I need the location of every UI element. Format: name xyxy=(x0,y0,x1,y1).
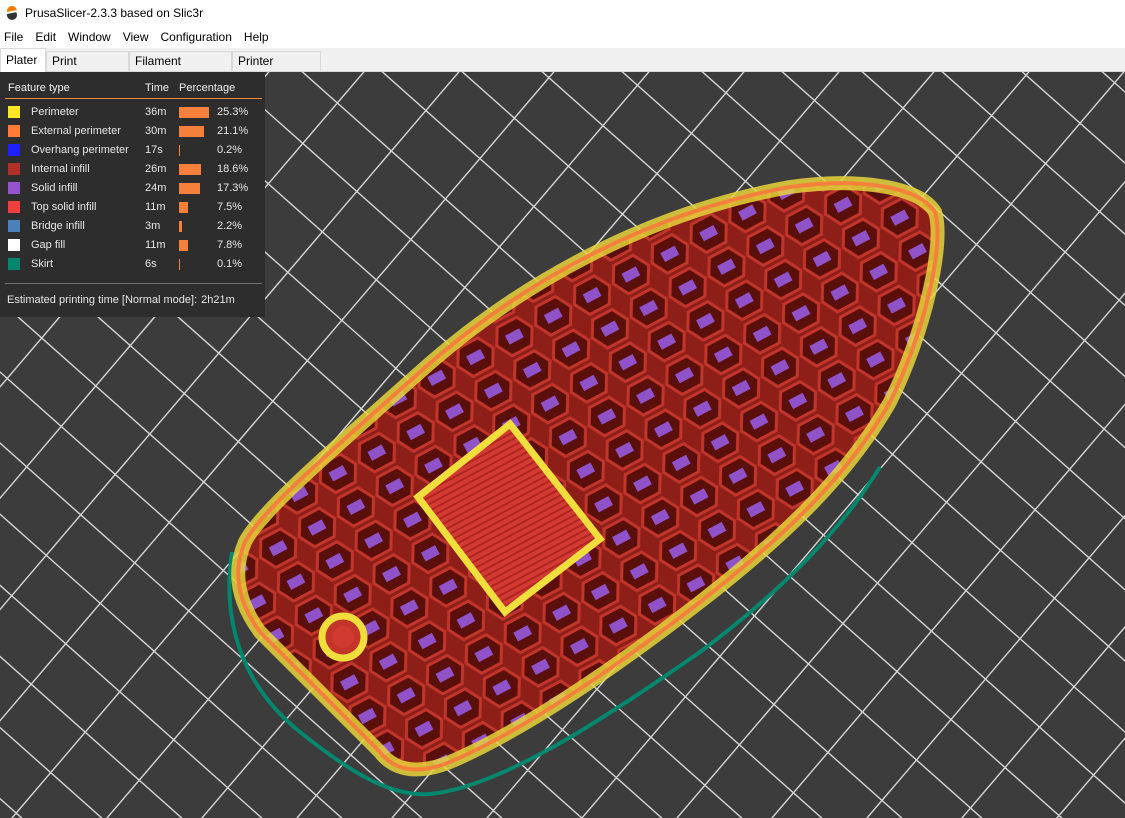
legend-feature-name: Gap fill xyxy=(31,239,66,251)
title-bar: PrusaSlicer-2.3.3 based on Slic3r xyxy=(0,0,1125,26)
menu-bar: File Edit Window View Configuration Help xyxy=(0,26,1125,48)
legend-row: Top solid infill 11m 7.5% xyxy=(0,198,265,217)
legend-feature-percentage: 0.1% xyxy=(217,258,243,270)
menu-window[interactable]: Window xyxy=(63,30,118,44)
legend-row: Skirt 6s 0.1% xyxy=(0,255,265,274)
window-title: PrusaSlicer-2.3.3 based on Slic3r xyxy=(25,6,204,20)
legend-footer-divider xyxy=(5,283,262,284)
legend-color-swatch xyxy=(8,125,20,137)
estimated-time: Estimated printing time [Normal mode]: 2h… xyxy=(7,294,235,306)
legend-row: Perimeter 36m 25.3% xyxy=(0,103,265,122)
legend-feature-name: Solid infill xyxy=(31,182,78,194)
legend-percentage-bar xyxy=(179,221,182,232)
legend-row: External perimeter 30m 21.1% xyxy=(0,122,265,141)
legend-percentage-bar xyxy=(179,145,180,156)
legend-row: Internal infill 26m 18.6% xyxy=(0,160,265,179)
legend-feature-percentage: 7.8% xyxy=(217,239,243,251)
legend-color-swatch xyxy=(8,163,20,175)
menu-view[interactable]: View xyxy=(118,30,156,44)
legend-feature-name: Internal infill xyxy=(31,163,90,175)
legend-feature-percentage: 7.5% xyxy=(217,201,243,213)
legend-percentage-bar xyxy=(179,259,180,270)
legend-color-swatch xyxy=(8,239,20,251)
legend-feature-name: Perimeter xyxy=(31,106,79,118)
legend-feature-time: 11m xyxy=(145,201,166,213)
legend-color-swatch xyxy=(8,201,20,213)
legend-feature-time: 36m xyxy=(145,106,167,118)
legend-percentage-bar xyxy=(179,107,209,118)
legend-percentage-bar xyxy=(179,126,204,137)
legend-color-swatch xyxy=(8,144,20,156)
legend-row: Gap fill 11m 7.8% xyxy=(0,236,265,255)
legend-percentage-bar xyxy=(179,183,200,194)
legend-percentage-bar xyxy=(179,240,188,251)
legend-feature-percentage: 18.6% xyxy=(217,163,249,175)
menu-file[interactable]: File xyxy=(0,30,30,44)
legend-feature-percentage: 0.2% xyxy=(217,144,243,156)
legend-feature-time: 17s xyxy=(145,144,163,156)
legend-percentage-bar xyxy=(179,164,201,175)
legend-feature-name: External perimeter xyxy=(31,125,121,137)
legend-feature-percentage: 25.3% xyxy=(217,106,249,118)
legend-header: Feature type Time Percentage xyxy=(0,80,265,96)
header-time: Time xyxy=(145,82,170,94)
print-model xyxy=(231,176,945,777)
legend-row: Solid infill 24m 17.3% xyxy=(0,179,265,198)
tab-filament-settings[interactable]: Filament Settings xyxy=(129,51,232,87)
legend-feature-time: 24m xyxy=(145,182,167,194)
tab-plater[interactable]: Plater xyxy=(0,48,46,72)
legend-feature-time: 30m xyxy=(145,125,167,137)
header-feature-type: Feature type xyxy=(8,82,70,94)
legend-color-swatch xyxy=(8,220,20,232)
legend-color-swatch xyxy=(8,182,20,194)
estimated-time-label: Estimated printing time [Normal mode]: xyxy=(7,294,198,306)
menu-help[interactable]: Help xyxy=(239,30,276,44)
legend-row: Bridge infill 3m 2.2% xyxy=(0,217,265,236)
tab-printer-settings[interactable]: Printer Settings xyxy=(232,51,321,87)
legend-feature-name: Overhang perimeter xyxy=(31,144,129,156)
legend-header-divider xyxy=(5,98,262,99)
header-percentage: Percentage xyxy=(179,82,236,94)
legend-feature-time: 6s xyxy=(145,258,157,270)
tab-print-settings[interactable]: Print Settings xyxy=(46,51,129,87)
legend-feature-name: Top solid infill xyxy=(31,201,97,213)
legend-feature-percentage: 17.3% xyxy=(217,182,249,194)
legend-feature-percentage: 21.1% xyxy=(217,125,249,137)
legend-feature-name: Skirt xyxy=(31,258,53,270)
legend-color-swatch xyxy=(8,258,20,270)
legend-feature-time: 26m xyxy=(145,163,167,175)
legend-feature-time: 11m xyxy=(145,239,166,251)
legend-percentage-bar xyxy=(179,202,188,213)
menu-configuration[interactable]: Configuration xyxy=(156,30,239,44)
feature-type-legend: Feature type Time Percentage Perimeter 36… xyxy=(0,72,265,317)
tab-bar: Plater Print Settings Filament Settings … xyxy=(0,48,1125,87)
menu-edit[interactable]: Edit xyxy=(30,30,63,44)
legend-color-swatch xyxy=(8,106,20,118)
legend-feature-time: 3m xyxy=(145,220,161,232)
legend-feature-percentage: 2.2% xyxy=(217,220,243,232)
prusaslicer-logo-icon xyxy=(7,6,17,20)
estimated-time-value: 2h21m xyxy=(201,294,235,306)
legend-row: Overhang perimeter 17s 0.2% xyxy=(0,141,265,160)
legend-feature-name: Bridge infill xyxy=(31,220,85,232)
